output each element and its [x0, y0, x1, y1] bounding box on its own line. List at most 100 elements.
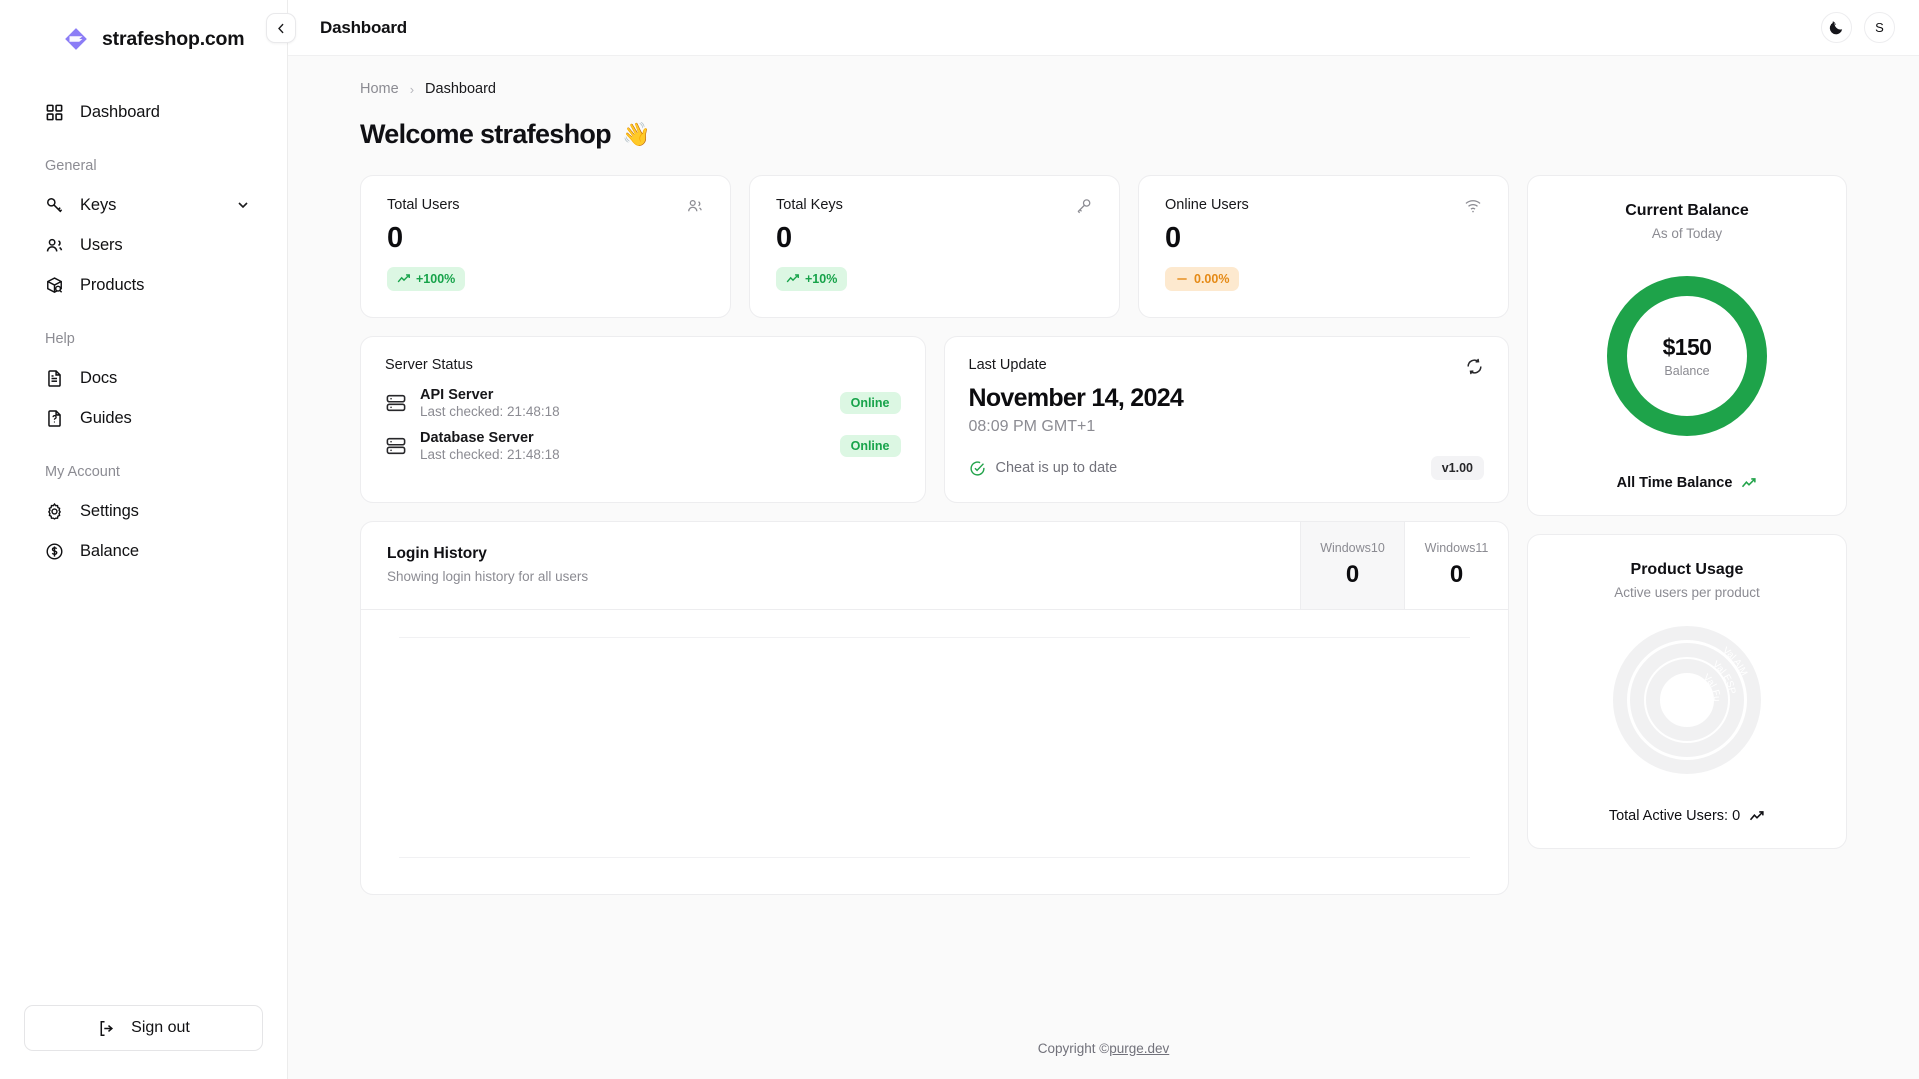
- stat-value: 0: [387, 222, 403, 254]
- footer-link[interactable]: purge.dev: [1109, 1041, 1169, 1056]
- brand-name: strafeshop.com: [102, 27, 245, 50]
- trend-up-icon: [1742, 477, 1757, 487]
- sidebar-section-help: Help: [45, 331, 75, 347]
- login-history-card: Login History Showing login history for …: [360, 521, 1509, 895]
- file-text-icon: [48, 369, 61, 387]
- sidebar-item-users[interactable]: Users: [24, 225, 263, 265]
- stat-badge: +100%: [387, 267, 466, 291]
- page-footer: Copyright © purge.dev: [288, 1017, 1919, 1079]
- sidebar-item-guides[interactable]: Guides: [24, 398, 263, 438]
- total-active-users-footer: Total Active Users: 0: [1609, 808, 1765, 824]
- gear-icon: [48, 502, 61, 520]
- dashboard-side-column: Current Balance As of Today $150 Balance: [1527, 175, 1847, 849]
- server-icon: [386, 437, 406, 455]
- login-stat-label: Windows11: [1424, 541, 1489, 555]
- product-usage-subtitle: Active users per product: [1614, 585, 1760, 600]
- sidebar-item-label: Settings: [80, 501, 139, 520]
- stat-badge: +10%: [776, 267, 848, 291]
- stat-card-total-users: Total Users 0 +100%: [360, 175, 731, 318]
- stat-badge-label: 0.00%: [1194, 272, 1230, 286]
- theme-toggle-button[interactable]: [1821, 12, 1852, 43]
- stat-badge-label: +10%: [805, 272, 838, 286]
- login-stat-value: 0: [1449, 561, 1464, 588]
- balance-title: Current Balance: [1625, 202, 1749, 219]
- chart-gridline: [399, 857, 1470, 858]
- sidebar-item-docs[interactable]: Docs: [24, 358, 263, 398]
- page-title: Welcome strafeshop 👋: [360, 119, 1847, 150]
- status-badge: Online: [839, 392, 901, 414]
- login-stat-windows11[interactable]: Windows11 0: [1404, 522, 1508, 609]
- dollar-circle-icon: [46, 543, 63, 559]
- breadcrumb-current: Dashboard: [425, 81, 496, 97]
- sign-out-container: Sign out: [0, 1005, 287, 1079]
- stat-title: Total Users: [387, 197, 460, 213]
- server-list: API Server Last checked: 21:48:18 Online: [385, 387, 901, 462]
- server-icon: [386, 394, 406, 412]
- sidebar-item-label: Balance: [80, 541, 139, 560]
- login-stat-windows10[interactable]: Windows10 0: [1300, 522, 1404, 609]
- sign-out-label: Sign out: [131, 1019, 190, 1036]
- waving-hand-icon: 👋: [621, 121, 651, 147]
- sidebar-section-my-account: My Account: [45, 464, 120, 480]
- sidebar: strafeshop.com Dashboard General Keys Us…: [0, 0, 288, 1079]
- sidebar-item-label: Products: [80, 275, 145, 294]
- sign-out-button[interactable]: Sign out: [24, 1005, 263, 1051]
- dashboard-main-column: Total Users 0 +100% Total Keys 0 +10% On…: [360, 175, 1509, 895]
- login-stat-label: Windows10: [1320, 541, 1385, 555]
- chevron-left-icon: [277, 23, 284, 33]
- trend-up-icon: [1750, 810, 1764, 820]
- sidebar-item-dashboard[interactable]: Dashboard: [24, 92, 263, 132]
- key-icon: [47, 197, 63, 212]
- balance-donut-chart: $150 Balance: [1604, 273, 1770, 439]
- sidebar-item-settings[interactable]: Settings: [24, 491, 263, 531]
- moon-stars-icon: [1829, 21, 1843, 35]
- all-time-balance-footer[interactable]: All Time Balance: [1617, 475, 1758, 491]
- main-area: Dashboard S Home › Dashboard Welcome str…: [266, 0, 1919, 1079]
- breadcrumb-home[interactable]: Home: [360, 81, 399, 97]
- topbar-actions: S: [1821, 12, 1895, 43]
- sidebar-item-keys[interactable]: Keys: [24, 185, 263, 225]
- refresh-icon[interactable]: [1465, 357, 1484, 376]
- server-status-card: Server Status API Server Last checked: 2…: [360, 336, 926, 503]
- login-history-subtitle: Showing login history for all users: [387, 569, 589, 584]
- sidebar-item-products[interactable]: Products: [24, 265, 263, 305]
- trend-up-icon: [397, 274, 410, 283]
- stat-title: Online Users: [1165, 197, 1249, 213]
- users-icon: [688, 199, 702, 212]
- wifi-icon: [1465, 200, 1481, 213]
- trend-up-icon: [786, 274, 799, 283]
- diamond-logo-icon: [65, 28, 87, 50]
- sidebar-item-label: Users: [80, 235, 123, 254]
- current-balance-card: Current Balance As of Today $150 Balance: [1527, 175, 1847, 516]
- server-name: Database Server: [420, 430, 534, 446]
- breadcrumb: Home › Dashboard: [360, 81, 1847, 97]
- grid-icon: [46, 104, 63, 120]
- sidebar-item-label: Guides: [80, 408, 132, 427]
- server-row: API Server Last checked: 21:48:18 Online: [385, 387, 901, 419]
- chart-gridline: [399, 637, 1470, 638]
- sidebar-collapse-button[interactable]: [266, 13, 296, 43]
- page-title-text: Welcome strafeshop: [360, 119, 612, 149]
- avatar[interactable]: S: [1864, 12, 1895, 43]
- avatar-initial: S: [1875, 20, 1884, 35]
- check-circle-icon: [969, 460, 985, 476]
- version-badge: v1.00: [1430, 456, 1484, 480]
- chevron-down-icon[interactable]: [235, 197, 251, 213]
- package-search-icon: [47, 276, 63, 293]
- balance-value: $150: [1662, 334, 1712, 360]
- sidebar-item-label: Docs: [80, 368, 118, 387]
- status-row: Server Status API Server Last checked: 2…: [360, 336, 1509, 503]
- total-active-users-label: Total Active Users: 0: [1608, 808, 1741, 824]
- product-usage-chart: Val AIM Val ESP Val Full: [1609, 622, 1765, 778]
- sidebar-item-label: Dashboard: [80, 102, 160, 121]
- login-history-chart: [361, 610, 1508, 894]
- balance-label: Balance: [1664, 364, 1710, 378]
- server-row: Database Server Last checked: 21:48:18 O…: [385, 430, 901, 462]
- brand[interactable]: strafeshop.com: [0, 0, 287, 56]
- sidebar-item-balance[interactable]: Balance: [24, 531, 263, 571]
- update-status-text: Cheat is up to date: [995, 460, 1118, 476]
- last-update-card: Last Update November 14, 2024 08:09 PM G…: [943, 336, 1509, 503]
- server-last-checked: Last checked: 21:48:18: [420, 447, 560, 462]
- server-status-title: Server Status: [385, 357, 473, 373]
- stat-card-total-keys: Total Keys 0 +10%: [749, 175, 1120, 318]
